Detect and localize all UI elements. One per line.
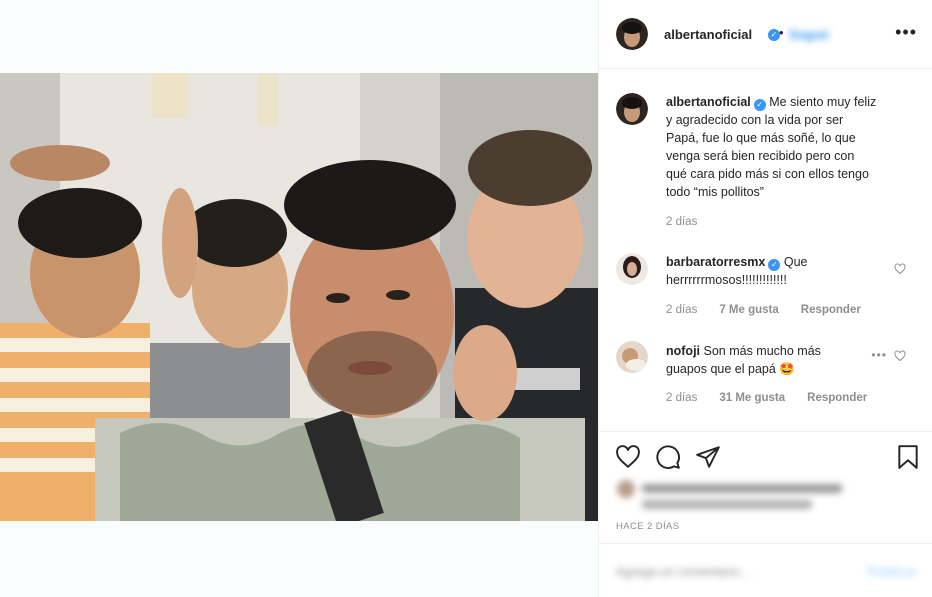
likes-summary[interactable] [616, 479, 846, 513]
comment-likes[interactable]: 7 Me gusta [719, 304, 778, 316]
share-icon[interactable] [695, 444, 721, 470]
post-photo[interactable] [0, 73, 598, 521]
commenter-avatar[interactable] [616, 341, 648, 373]
commenter-username[interactable]: nofoji [666, 344, 700, 358]
bookmark-icon[interactable] [895, 444, 921, 470]
caption-avatar[interactable] [616, 93, 648, 125]
follow-button[interactable]: Seguir [789, 27, 829, 42]
publish-button[interactable]: Publicar [868, 565, 917, 579]
like-comment-heart-icon[interactable] [894, 350, 906, 362]
post-header: albertanoficial ✓ • Seguir ••• [599, 0, 932, 69]
comment-meta: 2 días 7 Me gusta Responder [666, 304, 861, 316]
heart-icon[interactable] [615, 444, 641, 470]
comment-item: nofoji Son más mucho más guapos que el p… [666, 342, 851, 378]
comment-icon[interactable] [655, 444, 681, 470]
action-bar: HACE 2 DÍAS [599, 431, 932, 543]
author-username[interactable]: albertanoficial [664, 27, 752, 42]
caption-time: 2 días [666, 216, 698, 228]
more-options-icon[interactable]: ••• [895, 22, 917, 43]
instagram-post-modal: albertanoficial ✓ • Seguir ••• albertano… [0, 0, 932, 597]
commenter-username[interactable]: barbaratorresmx [666, 255, 765, 269]
caption-body: Me siento muy feliz y agradecido con la … [666, 95, 877, 199]
media-column [0, 0, 598, 597]
separator-dot: • [779, 25, 784, 40]
comment-more-options-icon[interactable]: ••• [871, 348, 887, 362]
reply-button[interactable]: Responder [807, 392, 867, 404]
add-comment-bar: Agrega un comentario... Publicar [599, 543, 932, 597]
comment-input[interactable]: Agrega un comentario... [616, 565, 749, 579]
comment-meta: 2 días 31 Me gusta Responder [666, 392, 867, 404]
post-timestamp: HACE 2 DÍAS [616, 521, 680, 532]
commenter-avatar[interactable] [616, 253, 648, 285]
post-side-panel: albertanoficial ✓ • Seguir ••• albertano… [598, 0, 932, 597]
comment-likes[interactable]: 31 Me gusta [719, 392, 785, 404]
comment-time: 2 días [666, 304, 698, 316]
verified-badge-icon: ✓ [768, 259, 781, 271]
verified-badge-icon: ✓ [753, 99, 766, 111]
reply-button[interactable]: Responder [801, 304, 861, 316]
like-comment-heart-icon[interactable] [894, 263, 906, 275]
caption-text: albertanoficial ✓ Me siento muy feliz y a… [666, 93, 878, 201]
comment-time: 2 días [666, 392, 698, 404]
caption-username[interactable]: albertanoficial [666, 95, 751, 109]
comment-item: barbaratorresmx ✓ Que herrrrrrmosos!!!!!!… [666, 253, 866, 289]
author-avatar[interactable] [616, 18, 648, 50]
